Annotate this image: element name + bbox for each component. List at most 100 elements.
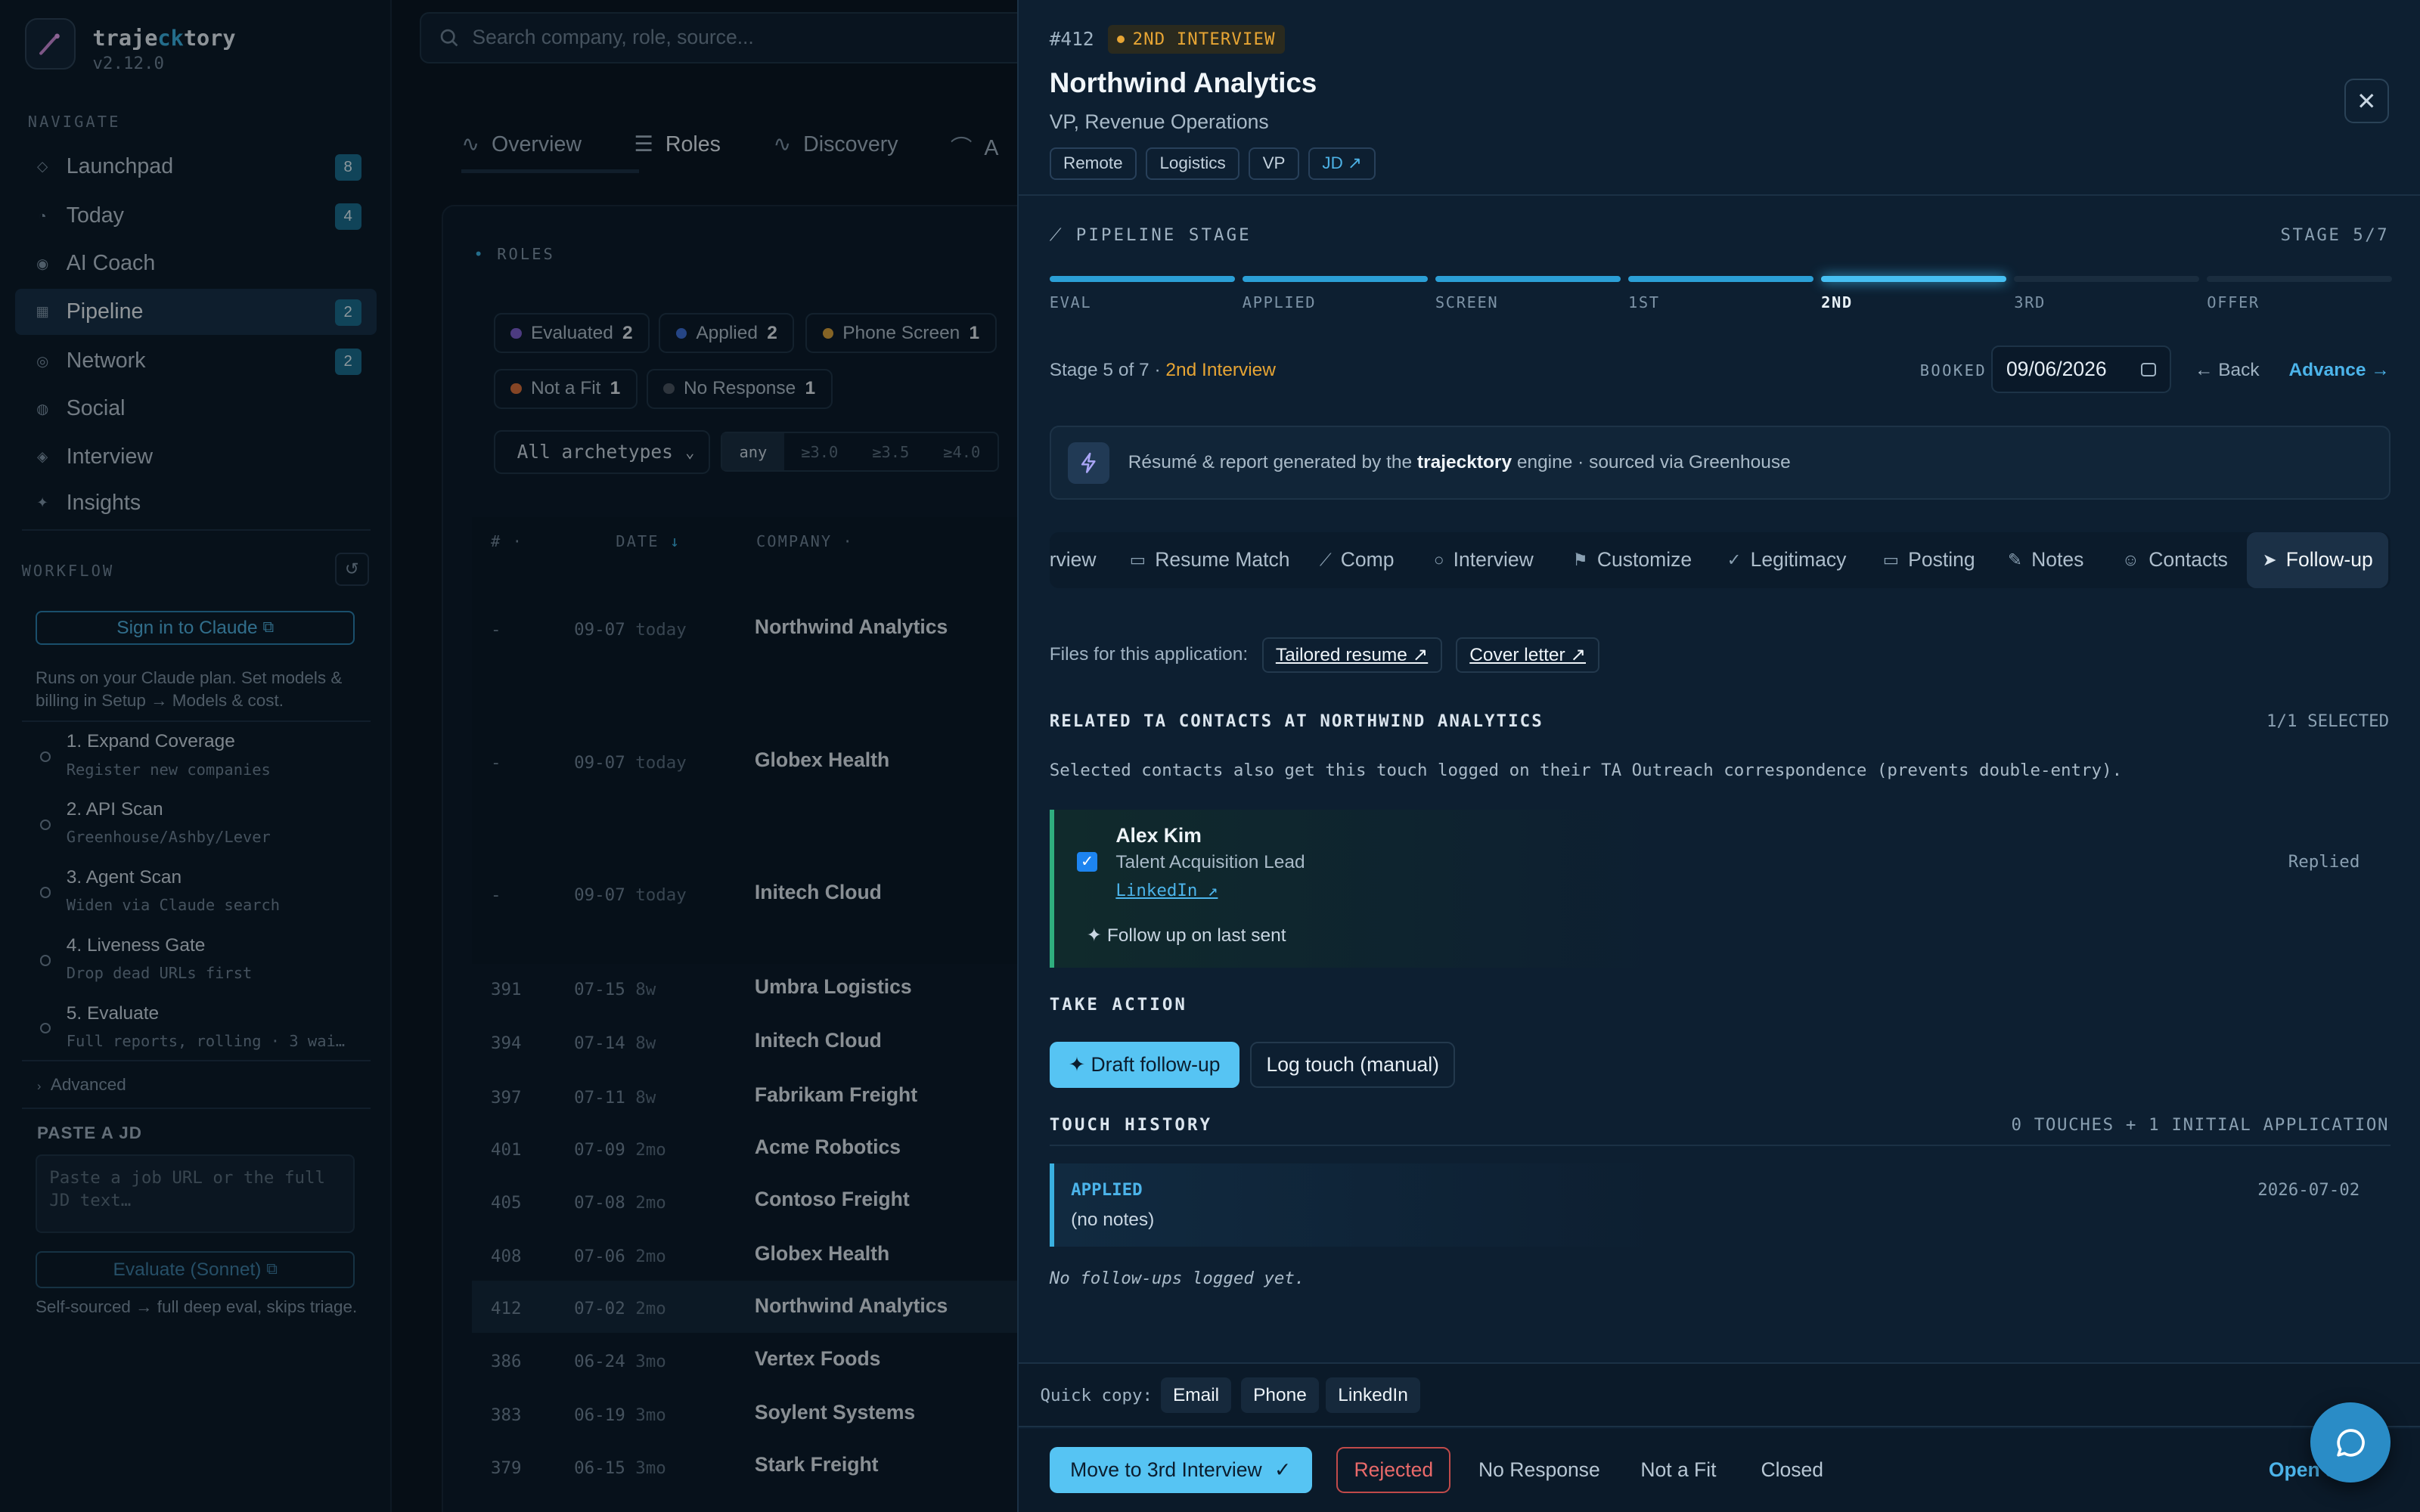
main-tabs: ∿ Overview ☰ Roles ∿ Discovery ⌒ A <box>461 131 998 162</box>
tab-posting[interactable]: ▭ Posting <box>1883 532 1975 587</box>
stage-segment[interactable] <box>1242 276 1428 283</box>
advance-button[interactable]: Advance → <box>2288 360 2389 381</box>
archetype-select[interactable]: All archetypes ⌄ <box>494 430 710 474</box>
age-value: 3mo <box>635 1458 666 1478</box>
back-button[interactable]: ← Back <box>2195 360 2260 381</box>
stage-segment[interactable] <box>1821 276 2006 283</box>
stage-segment[interactable] <box>2207 276 2393 283</box>
row-company: Northwind Analytics <box>754 1294 948 1318</box>
tab-follow-up[interactable]: ➤ Follow-up <box>2247 532 2389 588</box>
tab-interview[interactable]: ○ Interview <box>1434 532 1534 587</box>
tab-discovery[interactable]: ∿ Discovery <box>773 131 898 162</box>
stage-segment[interactable] <box>1435 276 1621 283</box>
nav-today[interactable]: ◔ Today 4 <box>15 193 377 239</box>
filter-chip[interactable]: No Response 1 <box>647 368 833 409</box>
row-company: Stark Freight <box>754 1453 879 1476</box>
booked-date-input[interactable]: 09/06/2026 <box>1990 345 2172 394</box>
evaluate-button[interactable]: Evaluate (Sonnet) ⧉ <box>35 1251 355 1289</box>
score-option[interactable]: ≥3.0 <box>784 433 855 470</box>
sign-in-claude-button[interactable]: Sign in to Claude ⧉ <box>35 611 355 646</box>
copy-linkedin-button[interactable]: LinkedIn <box>1325 1377 1421 1414</box>
row-company: Globex Health <box>754 1241 890 1265</box>
chat-bubble-icon <box>2336 1428 2365 1457</box>
nav-social[interactable]: ◍ Social <box>15 386 377 432</box>
no-response-button[interactable]: No Response <box>1478 1458 1600 1482</box>
log-touch-button[interactable]: Log touch (manual) <box>1249 1041 1456 1088</box>
cover-letter-link[interactable]: Cover letter ↗ <box>1455 637 1600 673</box>
jd-textarea[interactable]: Paste a job URL or the full JD text… <box>35 1154 355 1233</box>
column-number[interactable]: # · <box>491 532 523 550</box>
linkedin-link[interactable]: LinkedIn ↗ <box>1115 881 1218 900</box>
move-to-3rd-interview-button[interactable]: Move to 3rd Interview ✓ <box>1049 1447 1312 1494</box>
tab-resume-match[interactable]: ▭ Resume Match <box>1130 532 1290 587</box>
copy-phone-button[interactable]: Phone <box>1240 1377 1320 1414</box>
search-placeholder: Search company, role, source... <box>472 26 754 49</box>
role-id: #412 <box>1049 28 1094 51</box>
filter-chip[interactable]: Applied 2 <box>659 313 795 354</box>
rejected-button[interactable]: Rejected <box>1336 1447 1451 1494</box>
chat-button[interactable] <box>2310 1402 2391 1483</box>
tab-legitimacy[interactable]: ✓ Legitimacy <box>1727 532 1847 587</box>
score-option[interactable]: ≥3.5 <box>855 433 926 470</box>
score-option[interactable]: any <box>722 433 784 471</box>
tab-comp[interactable]: ⟋ Comp <box>1320 532 1395 587</box>
close-button[interactable] <box>2344 79 2390 124</box>
workflow-step[interactable]: 3. Agent Scan Widen via Claude search <box>40 867 371 914</box>
search-input[interactable]: Search company, role, source... <box>420 12 1017 64</box>
filter-chip[interactable]: Not a Fit 1 <box>494 368 638 409</box>
row-date: 09-07 today <box>574 885 687 905</box>
copy-email-button[interactable]: Email <box>1160 1377 1232 1414</box>
contact-status: Replied <box>2288 851 2360 872</box>
workflow-step[interactable]: 2. API Scan Greenhouse/Ashby/Lever <box>40 799 371 846</box>
nav-ai-coach[interactable]: ◉ AI Coach <box>15 240 377 287</box>
row-date: 06-24 3mo <box>574 1352 666 1371</box>
workflow-step[interactable]: 4. Liveness Gate Drop dead URLs first <box>40 935 371 982</box>
workflow-step[interactable]: 1. Expand Coverage Register new companies <box>40 731 371 779</box>
stage-segment[interactable] <box>1049 276 1235 283</box>
nav-interview[interactable]: ◈ Interview <box>15 433 377 479</box>
tab-roles[interactable]: ☰ Roles <box>634 131 721 162</box>
nav-insights[interactable]: ✦ Insights <box>15 480 377 526</box>
calendar-icon[interactable] <box>2140 362 2156 376</box>
column-company[interactable]: COMPANY · <box>756 532 854 550</box>
filter-chip[interactable]: Evaluated 2 <box>494 313 650 354</box>
age-value: 8w <box>635 979 656 999</box>
filter-chip[interactable]: Phone Screen 1 <box>805 313 997 354</box>
tab-overview[interactable]: rview <box>1050 532 1097 587</box>
badge-label: 2ND INTERVIEW <box>1132 29 1276 49</box>
not-a-fit-button[interactable]: Not a Fit <box>1640 1458 1716 1482</box>
divider <box>1049 1145 2391 1147</box>
row-date: 07-09 2mo <box>574 1140 666 1160</box>
tab-customize[interactable]: ⚑ Customize <box>1573 532 1692 587</box>
tab-contacts[interactable]: ☺ Contacts <box>2122 532 2228 587</box>
row-company: Soylent Systems <box>754 1401 916 1424</box>
workflow-heading: WORKFLOW <box>21 561 115 580</box>
plan-note: Runs on your Claude plan. Set models & b… <box>35 668 343 711</box>
advanced-toggle[interactable]: › Advanced <box>37 1075 126 1095</box>
row-company: Acme Robotics <box>754 1136 901 1159</box>
tab-analytics[interactable]: ⌒ A <box>951 131 999 162</box>
nav-pipeline[interactable]: ▦ Pipeline 2 <box>15 288 377 335</box>
stage-segment[interactable] <box>2014 276 2200 283</box>
column-date[interactable]: DATE ↓ <box>616 532 681 550</box>
stage-segment[interactable] <box>1627 276 1813 283</box>
workflow-step[interactable]: 5. Evaluate Full reports, rolling · 3 wai… <box>40 1003 371 1050</box>
tab-label: Posting <box>1908 548 1975 572</box>
row-date: 07-08 2mo <box>574 1193 666 1213</box>
draft-follow-up-button[interactable]: ✦ Draft follow-up <box>1049 1041 1239 1088</box>
nav-network[interactable]: ◎ Network 2 <box>15 338 377 384</box>
follow-up-last-sent-button[interactable]: ✦ Follow up on last sent <box>1087 924 1286 947</box>
closed-button[interactable]: Closed <box>1761 1458 1823 1482</box>
tab-overview[interactable]: ∿ Overview <box>461 131 582 162</box>
pencil-icon: ✎ <box>2008 550 2022 569</box>
tab-notes[interactable]: ✎ Notes <box>2008 532 2083 587</box>
dot-icon: • <box>473 245 486 264</box>
score-option[interactable]: ≥4.0 <box>926 433 997 470</box>
jd-link[interactable]: JD ↗ <box>1308 147 1376 180</box>
contact-checkbox[interactable]: ✓ <box>1077 851 1097 872</box>
refresh-icon[interactable]: ↺ <box>334 552 369 587</box>
nav-launchpad[interactable]: ◇ Launchpad 8 <box>15 144 377 190</box>
tailored-resume-link[interactable]: Tailored resume ↗ <box>1261 637 1442 673</box>
check-icon: ✓ <box>1727 550 1742 569</box>
roles-label: ROLES <box>497 245 555 264</box>
